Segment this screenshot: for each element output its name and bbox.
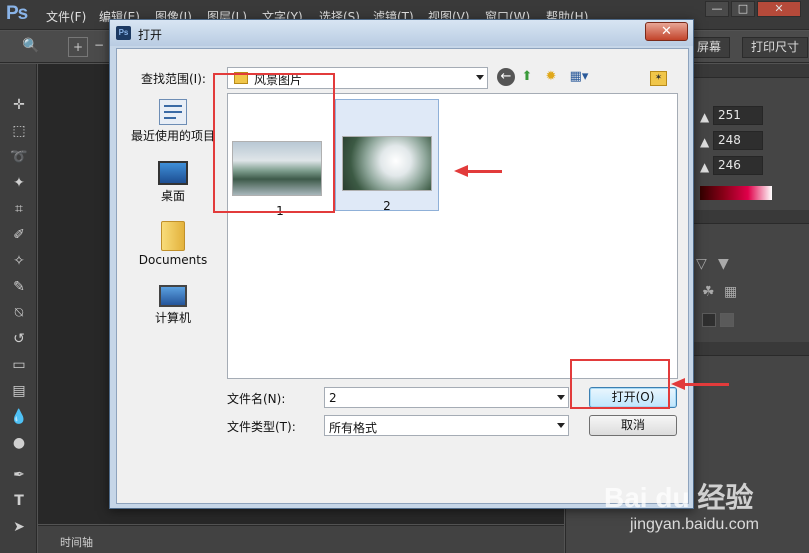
open-dialog: Ps 打开 ✕ 查找范围(I): 风景图片 ← ⬆ ✹ ▦▾ ✶ 最近使用的项目: [109, 19, 694, 509]
eyedropper-icon[interactable]: ✐: [10, 226, 28, 244]
fill-screen-button[interactable]: 屏幕: [688, 37, 731, 58]
chevron-down-icon: [557, 423, 565, 428]
thumbnail-image: [342, 136, 432, 191]
dialog-body: 查找范围(I): 风景图片 ← ⬆ ✹ ▦▾ ✶ 最近使用的项目 桌面 Docu…: [116, 48, 689, 504]
places-bar: 最近使用的项目 桌面 Documents 计算机: [123, 93, 223, 453]
desktop-icon: [158, 161, 188, 185]
gradient-tool-icon[interactable]: ▤: [10, 382, 28, 400]
style-icon[interactable]: ▽: [696, 256, 707, 272]
watermark-logo: Bai du 经验: [604, 482, 754, 513]
view-menu-icon[interactable]: ▦▾: [565, 68, 593, 86]
color-value-g[interactable]: 248: [713, 131, 763, 150]
style-icon[interactable]: ☘: [702, 284, 715, 300]
color-slider-icon[interactable]: ▲: [700, 160, 709, 174]
dialog-title: 打开: [138, 28, 163, 42]
place-label: Documents: [138, 253, 208, 267]
close-window-button[interactable]: ✕: [757, 1, 801, 17]
swatch-icon[interactable]: [702, 313, 716, 327]
maximize-button[interactable]: □: [731, 1, 755, 17]
file-type-label: 文件类型(T):: [227, 420, 296, 434]
dialog-close-button[interactable]: ✕: [645, 22, 688, 41]
file-type-value: 所有格式: [329, 421, 378, 435]
blur-tool-icon[interactable]: 💧: [10, 408, 28, 426]
stamp-tool-icon[interactable]: ⍉: [10, 304, 28, 322]
zoom-out-icon[interactable]: −: [94, 38, 104, 52]
brush-tool-icon[interactable]: ✎: [10, 278, 28, 296]
type-tool-icon[interactable]: T: [10, 492, 28, 510]
zoom-tool-icon[interactable]: 🔍: [22, 38, 39, 54]
highlight-box: [570, 359, 670, 409]
recent-items-icon: [159, 99, 187, 125]
file-name-input[interactable]: 2: [324, 387, 569, 408]
dialog-titlebar[interactable]: Ps 打开 ✕: [110, 20, 693, 46]
place-label: 桌面: [160, 189, 185, 203]
color-value-r[interactable]: 251: [713, 106, 763, 125]
dodge-tool-icon[interactable]: ●: [10, 434, 28, 452]
highlight-box: [213, 73, 335, 213]
file-name-label: 文件名(N):: [227, 392, 286, 406]
up-folder-icon[interactable]: ⬆: [518, 68, 536, 86]
place-documents[interactable]: Documents: [123, 221, 223, 267]
history-brush-icon[interactable]: ↺: [10, 330, 28, 348]
look-in-label: 查找范围(I):: [141, 72, 206, 86]
baidu-watermark: Bai du 经验 jingyan.baidu.com: [604, 476, 804, 546]
eraser-tool-icon[interactable]: ▭: [10, 356, 28, 374]
crop-tool-icon[interactable]: ⌗: [10, 200, 28, 218]
healing-brush-icon[interactable]: ✧: [10, 252, 28, 270]
photoshop-icon: Ps: [116, 26, 131, 40]
place-label: 最近使用的项目: [130, 129, 215, 143]
pen-tool-icon[interactable]: ✒: [10, 466, 28, 484]
new-folder-icon[interactable]: ✹: [542, 68, 560, 86]
timeline-panel: 时间轴: [38, 525, 564, 553]
chevron-down-icon: [557, 395, 565, 400]
place-recent[interactable]: 最近使用的项目: [123, 99, 223, 144]
color-slider-icon[interactable]: ▲: [700, 110, 709, 124]
swatch-icon[interactable]: [720, 313, 734, 327]
place-computer[interactable]: 计算机: [123, 285, 223, 326]
file-name-value: 2: [329, 391, 337, 405]
file-item-2[interactable]: 2: [335, 99, 439, 213]
marquee-tool-icon[interactable]: ⬚: [10, 122, 28, 140]
folder-icon: [161, 221, 185, 251]
back-icon[interactable]: ←: [497, 68, 515, 86]
computer-icon: [159, 285, 187, 307]
watermark-url: jingyan.baidu.com: [630, 516, 759, 533]
path-select-icon[interactable]: ➤: [10, 518, 28, 536]
timeline-tab[interactable]: 时间轴: [60, 534, 93, 550]
move-tool-icon[interactable]: ✛: [10, 96, 28, 114]
print-size-button[interactable]: 打印尺寸: [742, 37, 809, 58]
chevron-down-icon: [476, 75, 484, 80]
bridge-folder-icon[interactable]: ✶: [650, 71, 667, 86]
file-type-dropdown[interactable]: 所有格式: [324, 415, 569, 436]
tools-panel: ✛ ⬚ ➰ ✦ ⌗ ✐ ✧ ✎ ⍉ ↺ ▭ ▤ 💧 ● ✒ T ➤: [0, 64, 37, 553]
red-arrow-icon: [671, 378, 729, 390]
color-ramp[interactable]: [700, 186, 772, 200]
cancel-button[interactable]: 取消: [589, 415, 677, 436]
file-name: 2: [383, 199, 391, 213]
menu-file[interactable]: 文件(F): [46, 8, 86, 25]
style-icon[interactable]: ▼: [718, 256, 729, 272]
zoom-in-icon[interactable]: +: [68, 37, 88, 57]
grid-icon[interactable]: ▦: [724, 284, 737, 300]
minimize-button[interactable]: —: [705, 1, 729, 17]
place-desktop[interactable]: 桌面: [123, 161, 223, 204]
place-label: 计算机: [154, 311, 191, 325]
magic-wand-icon[interactable]: ✦: [10, 174, 28, 192]
color-slider-icon[interactable]: ▲: [700, 135, 709, 149]
lasso-tool-icon[interactable]: ➰: [10, 148, 28, 166]
red-arrow-icon: [454, 165, 502, 177]
color-value-b[interactable]: 246: [713, 156, 763, 175]
photoshop-logo: Ps: [6, 3, 28, 24]
